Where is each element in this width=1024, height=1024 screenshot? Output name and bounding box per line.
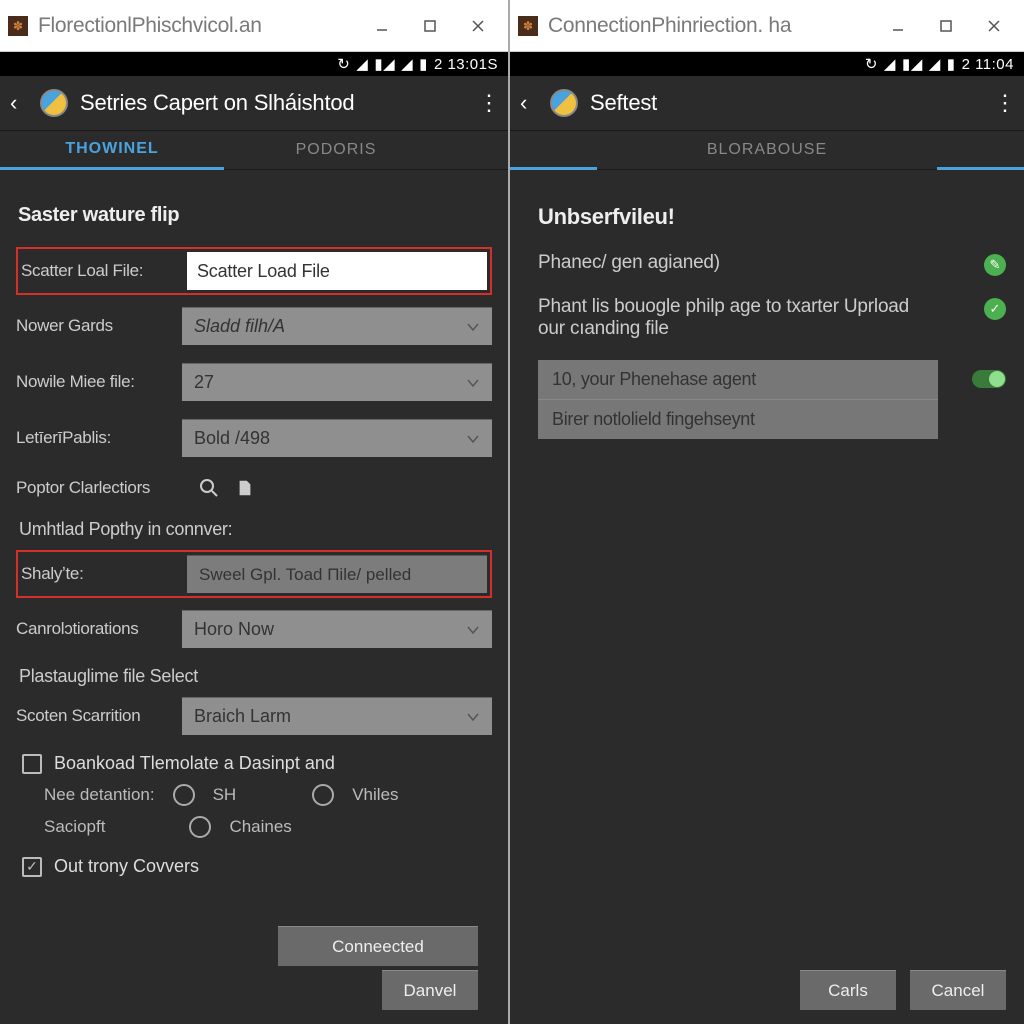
file-icon[interactable] xyxy=(232,475,258,501)
app-bar: ‹ Seftest ⋮ xyxy=(510,76,1024,130)
boankoad-label: Boankoad Tlemolate a Dasinpt and xyxy=(54,753,335,774)
connected-button[interactable]: Conneected xyxy=(278,926,478,966)
nower-label: Nower Gards xyxy=(16,316,172,336)
tab-bar: BLORABOUSE xyxy=(510,130,1024,170)
tab-bar: THOWINEL PODORIS xyxy=(0,130,508,170)
app-title: Setries Capert on Slháishtod xyxy=(80,90,466,116)
umhtlad-text: Umhtlad Popthy in connver: xyxy=(19,519,489,540)
nee-label: Nee detantion: xyxy=(44,785,155,805)
canrol-label: Canrolɔtiorations xyxy=(16,619,172,639)
overflow-icon[interactable]: ⋮ xyxy=(994,90,1014,116)
shalyte-value[interactable]: Sweel Gpl. Toad Пile/ pelled xyxy=(187,555,487,593)
radio-vhiles-label: Vhiles xyxy=(352,785,398,805)
scatter-load-input[interactable]: Scatter Load File xyxy=(187,252,487,290)
radio-sh-label: SH xyxy=(213,785,237,805)
window-titlebar-left: FlorectionlPhischvicol.an xyxy=(0,0,508,52)
scoten-dropdown[interactable]: Braich Larm xyxy=(182,697,492,735)
overflow-icon[interactable]: ⋮ xyxy=(478,90,498,116)
signal-icon: ▮◢ xyxy=(374,55,395,73)
back-icon[interactable]: ‹ xyxy=(10,90,28,116)
battery-icon: ▮ xyxy=(947,55,956,73)
outtrony-label: Out trony Covvers xyxy=(54,856,199,877)
scatter-label: Scatter Loal File: xyxy=(21,261,177,281)
edit-badge-icon[interactable] xyxy=(984,254,1006,276)
nowile-label: Nowile Miee file: xyxy=(16,372,172,392)
letier-dropdown[interactable]: Bold /498 xyxy=(182,419,492,457)
window-title: FlorectionlPhischvicol.an xyxy=(38,14,358,38)
tab-podoris[interactable]: PODORIS xyxy=(224,130,448,170)
chevron-down-icon xyxy=(466,320,480,334)
wifi-icon: ◢ xyxy=(356,55,368,73)
check-badge-icon xyxy=(984,298,1006,320)
shalyte-label: Shalyʼte: xyxy=(21,564,177,584)
signal2-icon: ◢ xyxy=(929,55,941,73)
right-line1: Phaneс/ gen agianed) xyxy=(538,252,720,274)
refresh-icon: ↻ xyxy=(865,55,878,73)
danvel-button[interactable]: Danvel xyxy=(382,970,478,1010)
carls-button[interactable]: Carls xyxy=(800,970,896,1010)
chevron-down-icon xyxy=(466,623,480,637)
close-button[interactable] xyxy=(970,6,1018,46)
android-statusbar: ↻ ◢ ▮◢ ◢ ▮ 2 11:04 xyxy=(510,52,1024,76)
chevron-down-icon xyxy=(466,432,480,446)
app-title: Seftest xyxy=(590,90,982,116)
tab-blank-right xyxy=(937,130,1024,170)
status-time: 2 11:04 xyxy=(962,56,1014,73)
scoten-label: Scoten Scarrition xyxy=(16,706,172,726)
favicon-icon xyxy=(518,16,538,36)
tab-blank-left xyxy=(510,130,597,170)
back-icon[interactable]: ‹ xyxy=(520,90,538,116)
battery-icon: ▮ xyxy=(419,55,428,73)
tab-spacer xyxy=(448,130,508,170)
list-block: 10, your Phenehase agent Birer notloliel… xyxy=(538,360,938,439)
signal-icon: ▮◢ xyxy=(902,55,923,73)
radio-sh[interactable] xyxy=(173,784,195,806)
status-time: 2 13:01S xyxy=(434,56,498,73)
maximize-button[interactable] xyxy=(922,6,970,46)
tab-blorabouse[interactable]: BLORABOUSE xyxy=(597,130,937,170)
close-button[interactable] xyxy=(454,6,502,46)
radio-chaines[interactable] xyxy=(189,816,211,838)
chevron-down-icon xyxy=(466,376,480,390)
list-item[interactable]: Birer notlolield fingehseynt xyxy=(538,400,938,439)
list-item[interactable]: 10, your Phenehase agent xyxy=(538,360,938,400)
right-heading: Unbserfvileu! xyxy=(538,204,1006,230)
chevron-down-icon xyxy=(466,710,480,724)
toggle-switch[interactable] xyxy=(972,370,1006,388)
app-bar: ‹ Setries Capert on Slháishtod ⋮ xyxy=(0,76,508,130)
canrol-dropdown[interactable]: Horo Now xyxy=(182,610,492,648)
wifi-icon: ◢ xyxy=(884,55,896,73)
window-title: ConnectionPhinriection. ha xyxy=(548,14,874,38)
nower-dropdown[interactable]: Sladd filh/A xyxy=(182,307,492,345)
scatter-highlight: Scatter Loal File: Scatter Load File xyxy=(16,247,492,295)
android-statusbar: ↻ ◢ ▮◢ ◢ ▮ 2 13:01S xyxy=(0,52,508,76)
minimize-button[interactable] xyxy=(358,6,406,46)
plasta-text: Plastauglime file Select xyxy=(19,666,489,687)
app-icon xyxy=(550,89,578,117)
favicon-icon xyxy=(8,16,28,36)
refresh-icon: ↻ xyxy=(337,55,350,73)
app-icon xyxy=(40,89,68,117)
radio-vhiles[interactable] xyxy=(312,784,334,806)
right-line2: Phant lis bouogle philp age to txarter U… xyxy=(538,296,938,340)
boankoad-checkbox[interactable] xyxy=(22,754,42,774)
search-icon[interactable] xyxy=(196,475,222,501)
letier-label: LetīerīPablis: xyxy=(16,428,172,448)
cancel-button[interactable]: Cancel xyxy=(910,970,1006,1010)
saciopft-label: Saciopft xyxy=(44,817,105,837)
radio-chaines-label: Chaines xyxy=(229,817,291,837)
nowile-dropdown[interactable]: 27 xyxy=(182,363,492,401)
window-titlebar-right: ConnectionPhinriection. ha xyxy=(510,0,1024,52)
outtrony-checkbox[interactable] xyxy=(22,857,42,877)
signal2-icon: ◢ xyxy=(401,55,413,73)
minimize-button[interactable] xyxy=(874,6,922,46)
tab-thowinel[interactable]: THOWINEL xyxy=(0,130,224,170)
poptor-label: Poptor Clarlectiors xyxy=(16,478,186,498)
maximize-button[interactable] xyxy=(406,6,454,46)
shalyte-highlight: Shalyʼte: Sweel Gpl. Toad Пile/ pelled xyxy=(16,550,492,598)
section-heading: Saster wature flip xyxy=(18,204,490,227)
